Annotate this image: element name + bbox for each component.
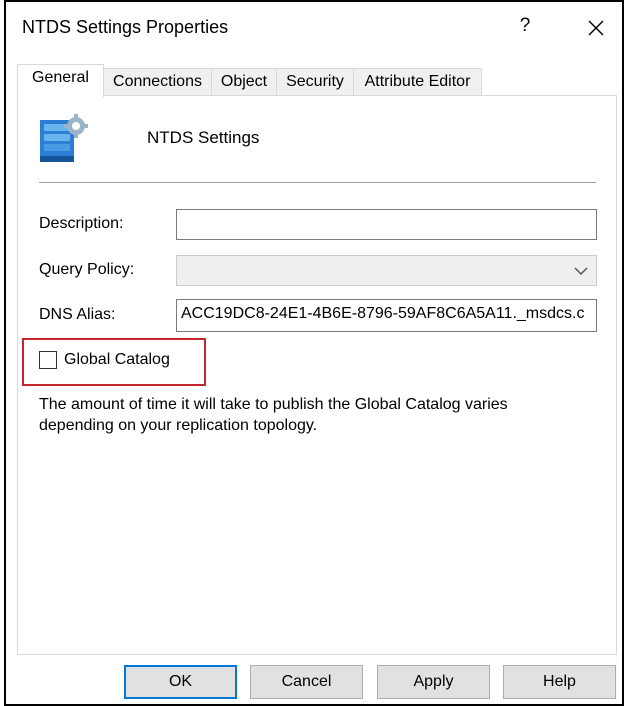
separator-line: [39, 182, 596, 183]
query-policy-label: Query Policy:: [39, 261, 135, 278]
ok-button[interactable]: OK: [124, 665, 237, 699]
dns-alias-label: DNS Alias:: [39, 306, 116, 323]
server-settings-icon: [40, 114, 88, 162]
global-catalog-checkbox[interactable]: [39, 351, 57, 369]
description-label: Description:: [39, 215, 124, 232]
query-policy-select[interactable]: [176, 255, 597, 286]
apply-button[interactable]: Apply: [377, 665, 490, 699]
dns-alias-field[interactable]: ACC19DC8-24E1-4B6E-8796-59AF8C6A5A11._ms…: [176, 299, 597, 332]
dns-alias-value: ACC19DC8-24E1-4B6E-8796-59AF8C6A5A11._ms…: [181, 305, 585, 322]
window-title: NTDS Settings Properties: [22, 17, 229, 37]
description-field[interactable]: [176, 209, 597, 240]
title-bar[interactable]: NTDS Settings Properties ?: [6, 2, 622, 56]
tab-strip: General Connections Object Security Attr…: [17, 64, 617, 97]
object-name: NTDS Settings: [147, 128, 260, 147]
help-button[interactable]: Help: [503, 665, 616, 699]
chevron-down-icon: [574, 267, 588, 276]
tab-attribute-editor[interactable]: Attribute Editor: [353, 68, 482, 96]
cancel-button[interactable]: Cancel: [250, 665, 363, 699]
tab-general[interactable]: General: [17, 64, 104, 97]
help-title-button[interactable]: ?: [515, 15, 535, 37]
tab-security[interactable]: Security: [276, 68, 354, 96]
global-catalog-label[interactable]: Global Catalog: [64, 351, 170, 369]
tab-connections[interactable]: Connections: [103, 68, 212, 96]
close-icon[interactable]: [581, 13, 611, 43]
tab-object[interactable]: Object: [211, 68, 277, 96]
global-catalog-note: The amount of time it will take to publi…: [39, 396, 508, 434]
